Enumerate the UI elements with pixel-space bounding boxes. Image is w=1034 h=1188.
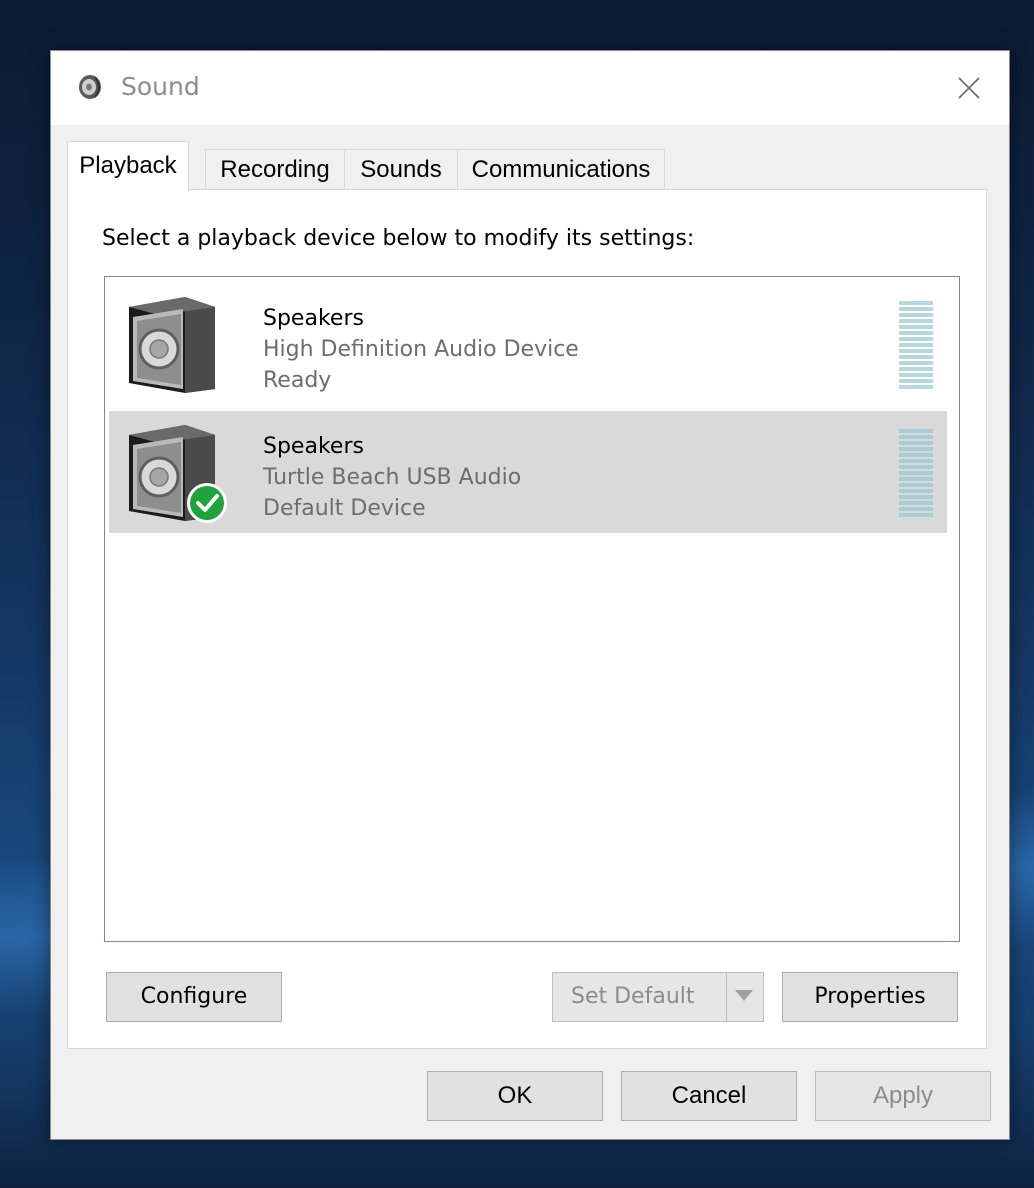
device-status: Ready bbox=[263, 368, 332, 393]
device-list[interactable]: Speakers High Definition Audio Device Re… bbox=[104, 276, 960, 942]
set-default-button[interactable]: Set Default bbox=[552, 972, 764, 1022]
properties-button[interactable]: Properties bbox=[782, 972, 958, 1022]
sound-dialog: Sound Playback Recording Sounds Communic… bbox=[50, 50, 1010, 1140]
tab-sounds[interactable]: Sounds bbox=[344, 149, 458, 189]
configure-button[interactable]: Configure bbox=[106, 972, 282, 1022]
apply-button[interactable]: Apply bbox=[815, 1071, 991, 1121]
speaker-title-icon bbox=[77, 73, 103, 101]
device-name: Speakers bbox=[263, 434, 364, 459]
speaker-icon bbox=[123, 293, 219, 393]
device-description: Turtle Beach USB Audio bbox=[263, 465, 522, 490]
default-check-icon bbox=[187, 483, 227, 523]
device-status: Default Device bbox=[263, 496, 426, 521]
tab-playback[interactable]: Playback bbox=[67, 141, 189, 191]
tab-recording[interactable]: Recording bbox=[205, 149, 345, 189]
ok-button[interactable]: OK bbox=[427, 1071, 603, 1121]
close-icon bbox=[958, 77, 980, 99]
set-default-label: Set Default bbox=[571, 984, 695, 1009]
window-title: Sound bbox=[121, 72, 200, 101]
cancel-button[interactable]: Cancel bbox=[621, 1071, 797, 1121]
tab-communications[interactable]: Communications bbox=[457, 149, 665, 189]
device-description: High Definition Audio Device bbox=[263, 337, 579, 362]
close-button[interactable] bbox=[939, 65, 999, 111]
device-row-hd-audio[interactable]: Speakers High Definition Audio Device Re… bbox=[109, 283, 947, 405]
set-default-dropdown[interactable] bbox=[726, 973, 763, 1021]
speaker-icon bbox=[123, 421, 227, 523]
chevron-down-icon bbox=[735, 990, 753, 1001]
device-row-turtle-beach[interactable]: Speakers Turtle Beach USB Audio Default … bbox=[109, 411, 947, 533]
playback-panel: Select a playback device below to modify… bbox=[67, 189, 987, 1049]
instruction-text: Select a playback device below to modify… bbox=[102, 226, 695, 251]
title-bar[interactable]: Sound bbox=[51, 51, 1009, 125]
volume-meter bbox=[899, 427, 933, 523]
device-name: Speakers bbox=[263, 306, 364, 331]
volume-meter bbox=[899, 299, 933, 395]
